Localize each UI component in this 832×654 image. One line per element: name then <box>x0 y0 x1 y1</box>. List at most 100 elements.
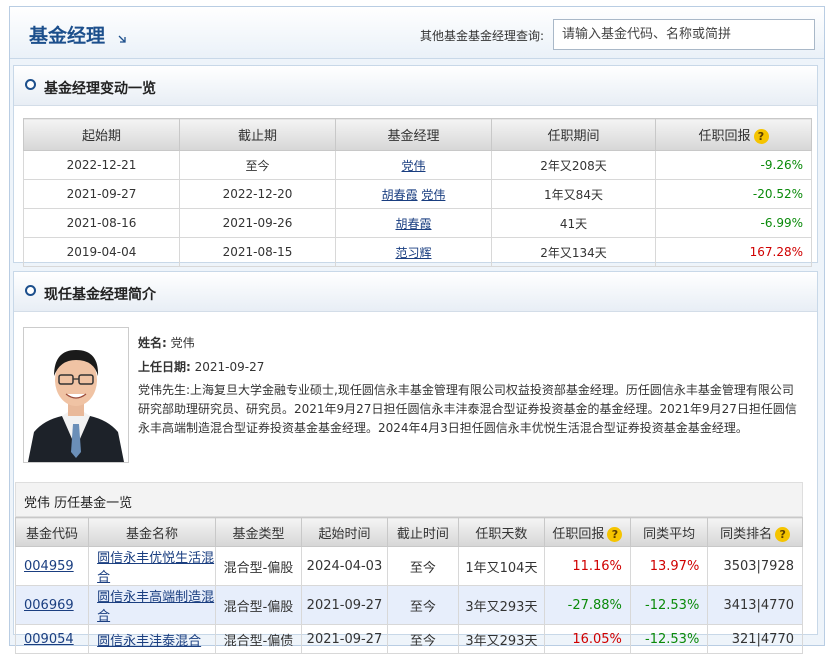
start-time-cell: 2021-09-27 <box>300 585 388 625</box>
manager-cell: 党伟 <box>335 150 492 180</box>
top-header: 基金经理 其他基金基金经理查询: <box>10 7 824 59</box>
column-header-return: 任职回报? <box>543 517 631 547</box>
fund-name-cell: 圆信永丰高端制造混合 <box>88 585 216 625</box>
manager-link[interactable]: 胡春霞 <box>382 188 418 202</box>
peer-average-cell: 13.97% <box>629 546 709 586</box>
column-header: 起始期 <box>23 118 180 151</box>
column-header-label: 任职回报 <box>552 526 605 542</box>
start-date-cell: 2019-04-04 <box>23 237 180 267</box>
fund-code-link[interactable]: 006969 <box>24 598 74 613</box>
column-header: 起始时间 <box>300 517 388 547</box>
table-row: 2019-04-04 2021-08-15 范习辉 2年又134天 167.28% <box>23 237 812 267</box>
manager-link[interactable]: 党伟 <box>401 159 425 173</box>
help-icon[interactable]: ? <box>607 526 623 542</box>
start-time-cell: 2021-09-27 <box>300 624 388 654</box>
column-header-label: 同类排名 <box>720 526 773 542</box>
column-header: 基金类型 <box>214 517 302 547</box>
end-date-cell: 2021-08-15 <box>179 237 336 267</box>
peer-rank-cell: 321|4770 <box>707 624 803 654</box>
start-date-cell: 2022-12-21 <box>23 150 180 180</box>
manager-photo <box>23 327 129 463</box>
column-header: 任职天数 <box>457 517 545 547</box>
manager-name-line: 姓名: 党伟 <box>138 334 195 351</box>
column-header: 基金经理 <box>335 118 492 151</box>
manager-link[interactable]: 党伟 <box>421 188 445 202</box>
fund-name-link[interactable]: 圆信永丰高端制造混合 <box>97 590 214 624</box>
circle-bullet-icon <box>25 79 36 90</box>
fund-type-cell: 混合型-偏股 <box>214 585 302 625</box>
fund-name-cell: 圆信永丰沣泰混合 <box>88 624 216 654</box>
tenure-days-cell: 3年又293天 <box>457 624 545 654</box>
manager-cell: 胡春霞 <box>335 208 492 238</box>
end-time-cell: 至今 <box>386 585 459 625</box>
peer-average-cell: -12.53% <box>629 624 709 654</box>
search-label: 其他基金基金经理查询: <box>420 29 545 43</box>
fund-search-input[interactable] <box>553 19 815 50</box>
table-header-row: 基金代码 基金名称 基金类型 起始时间 截止时间 任职天数 任职回报? 同类平均… <box>14 517 803 547</box>
date-label: 上任日期: <box>138 360 191 374</box>
column-header-label: 任职回报 <box>698 129 751 144</box>
help-icon[interactable]: ? <box>753 129 769 144</box>
period-cell: 2年又208天 <box>491 150 656 180</box>
panel-header: 现任基金经理简介 <box>14 272 817 312</box>
fund-history-table: 基金代码 基金名称 基金类型 起始时间 截止时间 任职天数 任职回报? 同类平均… <box>14 517 803 654</box>
table-row: 2021-08-16 2021-09-26 胡春霞 41天 -6.99% <box>23 208 812 238</box>
return-cell: -27.88% <box>543 585 631 625</box>
start-date: 2021-09-27 <box>194 360 265 374</box>
peer-average-cell: -12.53% <box>629 585 709 625</box>
table-row: 006969 圆信永丰高端制造混合 混合型-偏股 2021-09-27 至今 3年又293… <box>14 585 803 625</box>
end-time-cell: 至今 <box>386 624 459 654</box>
panel-title: 现任基金经理简介 <box>44 287 156 303</box>
manager-bio: 党伟先生:上海复旦大学金融专业硕士,现任圆信永丰基金管理有限公司权益投资部基金经… <box>138 383 797 435</box>
end-date-cell: 2021-09-26 <box>179 208 336 238</box>
fund-name-link[interactable]: 圆信永丰沣泰混合 <box>97 634 201 649</box>
circle-bullet-icon <box>25 285 36 296</box>
arrow-down-right-icon[interactable] <box>118 35 126 43</box>
fund-code-cell: 004959 <box>14 546 90 586</box>
return-cell: -6.99% <box>655 208 812 238</box>
tenure-days-cell: 3年又293天 <box>457 585 545 625</box>
return-cell: -20.52% <box>655 179 812 209</box>
manager-name: 党伟 <box>170 336 195 350</box>
history-bar: 党伟 历任基金一览 <box>15 482 803 517</box>
page-title: 基金经理 <box>29 25 106 47</box>
period-cell: 2年又134天 <box>491 237 656 267</box>
manager-changes-panel: 基金经理变动一览 起始期 截止期 基金经理 任职期间 任职回报? 2022-12… <box>13 65 818 267</box>
column-header: 截止时间 <box>386 517 459 547</box>
column-header-rank: 同类排名? <box>707 517 803 547</box>
column-header: 截止期 <box>179 118 336 151</box>
start-date-line: 上任日期: 2021-09-27 <box>138 358 264 375</box>
panel-title: 基金经理变动一览 <box>44 81 156 97</box>
fund-code-link[interactable]: 009054 <box>24 632 74 647</box>
return-cell: -9.26% <box>655 150 812 180</box>
period-cell: 1年又84天 <box>491 179 656 209</box>
table-row: 2022-12-21 至今 党伟 2年又208天 -9.26% <box>23 150 812 180</box>
fund-code-cell: 009054 <box>14 624 90 654</box>
panel-header: 基金经理变动一览 <box>14 66 817 106</box>
fund-code-link[interactable]: 004959 <box>24 559 74 574</box>
return-cell: 167.28% <box>655 237 812 267</box>
help-icon[interactable]: ? <box>775 526 791 542</box>
manager-link[interactable]: 范习辉 <box>395 246 431 260</box>
tenure-days-cell: 1年又104天 <box>457 546 545 586</box>
fund-manager-module: 基金经理 其他基金基金经理查询: 基金经理变动一览 起始期 截止期 基金经理 任… <box>9 6 825 654</box>
column-header-return: 任职回报? <box>655 118 812 151</box>
history-title: 党伟 历任基金一览 <box>24 496 133 511</box>
column-header: 同类平均 <box>629 517 709 547</box>
end-date-cell: 至今 <box>179 150 336 180</box>
fund-name-link[interactable]: 圆信永丰优悦生活混合 <box>97 551 214 585</box>
start-time-cell: 2024-04-03 <box>300 546 388 586</box>
name-label: 姓名: <box>138 336 167 350</box>
column-header: 基金代码 <box>14 517 90 547</box>
manager-profile-panel: 现任基金经理简介 姓名: 党伟 上任日期: 2021-09-27 党伟先生:上海… <box>13 271 818 654</box>
column-header: 基金名称 <box>88 517 216 547</box>
period-cell: 41天 <box>491 208 656 238</box>
end-time-cell: 至今 <box>386 546 459 586</box>
peer-rank-cell: 3503|7928 <box>707 546 803 586</box>
table-header-row: 起始期 截止期 基金经理 任职期间 任职回报? <box>23 118 812 151</box>
fund-type-cell: 混合型-偏债 <box>214 624 302 654</box>
start-date-cell: 2021-09-27 <box>23 179 180 209</box>
table-row: 2021-09-27 2022-12-20 胡春霞 党伟 1年又84天 -20.52% <box>23 179 812 209</box>
manager-link[interactable]: 胡春霞 <box>395 217 431 231</box>
fund-type-cell: 混合型-偏股 <box>214 546 302 586</box>
